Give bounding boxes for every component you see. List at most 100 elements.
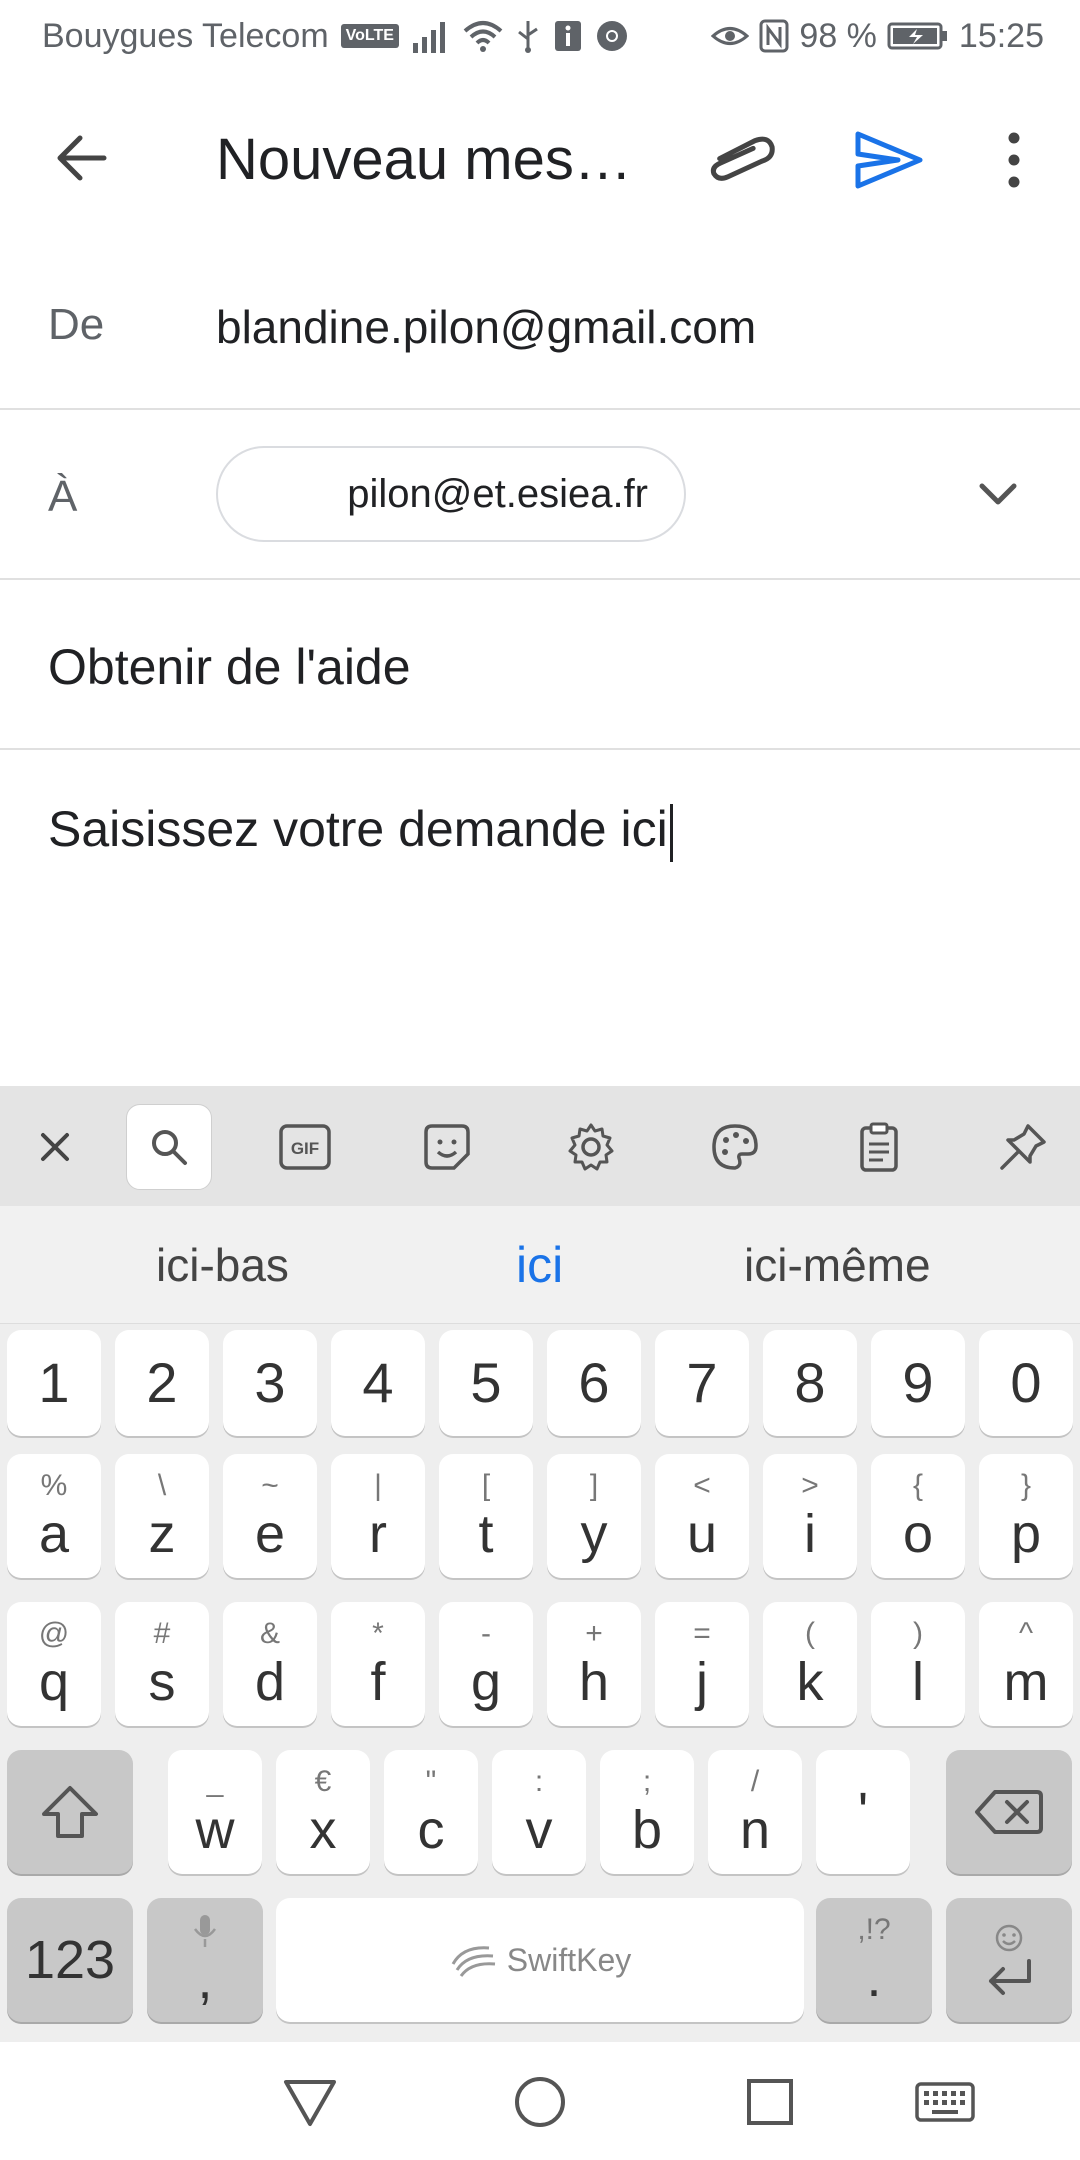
nav-back-icon[interactable] <box>280 2072 340 2132</box>
key-label: r <box>369 1504 387 1564</box>
clipboard-button[interactable] <box>836 1104 922 1190</box>
themes-button[interactable] <box>692 1104 778 1190</box>
key-4[interactable]: 4 <box>331 1330 425 1436</box>
suggestion-left[interactable]: ici-bas <box>156 1238 289 1292</box>
key-6[interactable]: 6 <box>547 1330 641 1436</box>
key-label: 9 <box>902 1351 934 1414</box>
suggestion-right[interactable]: ici-même <box>744 1238 931 1292</box>
key-label: p <box>1010 1504 1042 1564</box>
key-8[interactable]: 8 <box>763 1330 857 1436</box>
gif-label: GIF <box>291 1139 319 1158</box>
comma-key[interactable]: , <box>147 1898 263 2022</box>
back-button[interactable] <box>48 122 120 194</box>
nav-home-icon[interactable] <box>510 2072 570 2132</box>
key-0[interactable]: 0 <box>979 1330 1073 1436</box>
gif-button[interactable]: GIF <box>262 1104 348 1190</box>
key-k[interactable]: (k <box>763 1602 857 1726</box>
nav-recents-icon[interactable] <box>740 2072 800 2132</box>
numbers-key[interactable]: 123 <box>7 1898 133 2022</box>
key-p[interactable]: } p <box>979 1454 1073 1578</box>
key-f[interactable]: * f <box>331 1602 425 1726</box>
key-g[interactable]: -g <box>439 1602 533 1726</box>
key-v[interactable]: :v <box>492 1750 586 1874</box>
recipient-chip[interactable]: pilon@et.esiea.fr <box>216 446 686 542</box>
eye-icon <box>711 21 750 51</box>
send-button[interactable] <box>848 124 928 196</box>
key-m[interactable]: ^ m <box>979 1602 1073 1726</box>
search-button[interactable] <box>126 1104 212 1190</box>
shift-key[interactable] <box>7 1750 133 1874</box>
key-secondary-label: " <box>425 1765 437 1798</box>
key-secondary-label: { <box>912 1469 924 1502</box>
key-1[interactable]: 1 <box>7 1330 101 1436</box>
key-e[interactable]: ~ e <box>223 1454 317 1578</box>
key-secondary-label: € <box>314 1765 332 1798</box>
space-bar[interactable]: SwiftKey <box>276 1898 804 2022</box>
message-body-field[interactable]: Saisissez votre demande ici <box>48 800 673 862</box>
key-secondary-label: : <box>534 1765 544 1798</box>
key-n[interactable]: / n <box>708 1750 802 1874</box>
key-secondary-label: % <box>40 1469 68 1502</box>
key-z[interactable]: \ z <box>115 1454 209 1578</box>
key-x[interactable]: € x <box>276 1750 370 1874</box>
key-c[interactable]: " c <box>384 1750 478 1874</box>
more-options-button[interactable] <box>990 124 1038 196</box>
enter-key[interactable] <box>946 1898 1072 2022</box>
close-toolbar-button[interactable] <box>12 1104 98 1190</box>
key-label: k <box>796 1652 824 1712</box>
key-label: e <box>254 1504 286 1564</box>
battery-charging-icon <box>887 21 949 51</box>
key-j[interactable]: = j <box>655 1602 749 1726</box>
key-u[interactable]: < u <box>655 1454 749 1578</box>
key-secondary-label: ~ <box>261 1469 279 1502</box>
settings-button[interactable] <box>548 1104 634 1190</box>
key-3[interactable]: 3 <box>223 1330 317 1436</box>
key-9[interactable]: 9 <box>871 1330 965 1436</box>
key-2[interactable]: 2 <box>115 1330 209 1436</box>
key-label: 2 <box>146 1351 178 1414</box>
from-row[interactable]: De blandine.pilon@gmail.com <box>0 240 1080 410</box>
backspace-key[interactable] <box>946 1750 1072 1874</box>
key-w[interactable]: _ w <box>168 1750 262 1874</box>
key-q[interactable]: @ q <box>7 1602 101 1726</box>
pin-button[interactable] <box>980 1104 1066 1190</box>
key-t[interactable]: [t <box>439 1454 533 1578</box>
attach-button[interactable] <box>706 124 778 196</box>
key-i[interactable]: > i <box>763 1454 857 1578</box>
key-7[interactable]: 7 <box>655 1330 749 1436</box>
suggestion-center[interactable]: ici <box>516 1236 563 1294</box>
key-h[interactable]: + h <box>547 1602 641 1726</box>
key-label: b <box>631 1800 663 1860</box>
key-b[interactable]: ; b <box>600 1750 694 1874</box>
subject-row[interactable]: Obtenir de l'aide <box>0 580 1080 750</box>
text-caret <box>669 803 673 862</box>
signal-icon <box>411 19 451 53</box>
key-label: 8 <box>794 1351 826 1414</box>
key-s[interactable]: # s <box>115 1602 209 1726</box>
gif-icon: GIF <box>279 1124 331 1170</box>
expand-recipients-button[interactable] <box>970 466 1026 522</box>
key-d[interactable]: & d <box>223 1602 317 1726</box>
key-label: l <box>912 1652 924 1712</box>
key-label: ' <box>857 1782 869 1842</box>
key-5[interactable]: 5 <box>439 1330 533 1436</box>
key-o[interactable]: {o <box>871 1454 965 1578</box>
key-y[interactable]: ] y <box>547 1454 641 1578</box>
key-apostrophe[interactable]: ' <box>816 1750 910 1874</box>
key-l[interactable]: ) l <box>871 1602 965 1726</box>
subject-field[interactable]: Obtenir de l'aide <box>48 638 411 696</box>
key-secondary-label: * <box>372 1617 384 1650</box>
palette-icon <box>712 1124 758 1170</box>
to-row[interactable]: À pilon@et.esiea.fr <box>0 410 1080 580</box>
key-label: . <box>866 1948 882 2008</box>
sticker-button[interactable] <box>404 1104 490 1190</box>
key-r[interactable]: | r <box>331 1454 425 1578</box>
nfc-icon <box>759 19 789 53</box>
key-label: 4 <box>362 1351 394 1414</box>
from-address[interactable]: blandine.pilon@gmail.com <box>216 300 756 354</box>
backspace-icon <box>975 1790 1043 1834</box>
period-key[interactable]: ,!?. <box>816 1898 932 2022</box>
nav-keyboard-icon[interactable] <box>914 2072 976 2132</box>
key-a[interactable]: % a <box>7 1454 101 1578</box>
key-secondary-label: < <box>693 1469 711 1502</box>
